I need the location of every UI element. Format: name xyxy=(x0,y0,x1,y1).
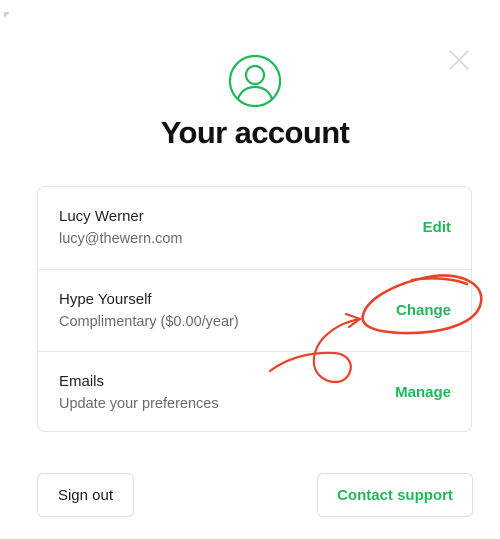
emails-description: Update your preferences xyxy=(59,396,219,412)
window-corner-marker xyxy=(4,12,10,18)
profile-name: Lucy Werner xyxy=(59,208,144,225)
user-circle-icon xyxy=(228,54,282,108)
close-icon xyxy=(449,50,469,70)
avatar xyxy=(227,53,283,109)
page-title: Your account xyxy=(160,115,350,150)
subscription-name: Hype Yourself xyxy=(59,291,152,308)
profile-email: lucy@thewern.com xyxy=(59,231,183,247)
sign-out-button[interactable]: Sign out xyxy=(37,473,134,517)
emails-title: Emails xyxy=(59,373,105,390)
edit-profile-link[interactable]: Edit xyxy=(423,219,451,236)
account-row-subscription: Hype Yourself Complimentary ($0.00/year)… xyxy=(38,269,471,351)
account-row-profile: Lucy Werner lucy@thewern.com Edit xyxy=(38,187,471,269)
account-settings-card: Lucy Werner lucy@thewern.com Edit Hype Y… xyxy=(37,186,472,432)
close-button[interactable] xyxy=(448,49,470,71)
account-row-emails: Emails Update your preferences Manage xyxy=(38,351,471,433)
change-subscription-link[interactable]: Change xyxy=(396,302,451,319)
subscription-plan: Complimentary ($0.00/year) xyxy=(59,314,239,330)
manage-emails-link[interactable]: Manage xyxy=(395,384,451,401)
contact-support-button[interactable]: Contact support xyxy=(317,473,473,517)
